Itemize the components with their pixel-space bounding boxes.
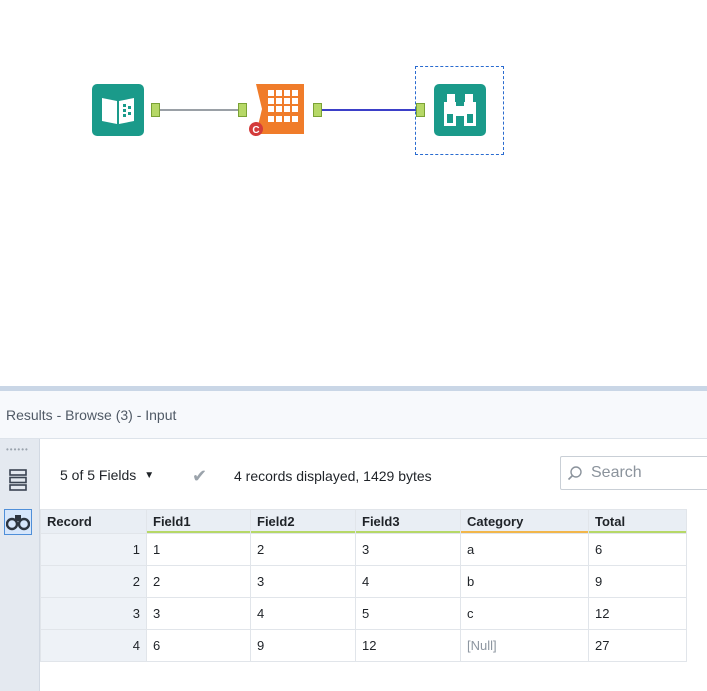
browse-tool[interactable] [434,84,486,136]
table-cell[interactable]: 9 [250,629,356,662]
connection-line[interactable] [322,109,416,111]
connection-line[interactable] [160,109,238,111]
search-input[interactable] [589,463,707,483]
table-cell[interactable]: 27 [588,629,687,662]
table-row[interactable]: 1 1 2 3 a 6 [40,533,687,566]
svg-text:C: C [252,125,259,136]
search-icon [567,466,582,481]
book-icon [102,98,134,124]
binoculars-icon [444,94,476,126]
column-header-field3[interactable]: Field3 [355,509,461,534]
workflow-canvas[interactable]: C [0,0,707,386]
formula-tool[interactable]: C [246,84,306,138]
records-info: 4 records displayed, 1429 bytes [234,468,432,484]
table-cell[interactable]: b [460,565,589,598]
grip-handle[interactable]: •••••• [6,445,29,454]
fields-dropdown-label: 5 of 5 Fields [60,467,137,483]
table-cell[interactable]: 2 [146,565,251,598]
record-number: 3 [40,597,147,630]
table-cell[interactable]: a [460,533,589,566]
record-number: 1 [40,533,147,566]
table-cell-null[interactable]: [Null] [460,629,589,662]
table-cell[interactable]: 6 [588,533,687,566]
table-cell[interactable]: 5 [355,597,461,630]
search-box[interactable] [560,456,707,490]
input-data-tool[interactable] [92,84,144,136]
table-cell[interactable]: 3 [146,597,251,630]
checkmark-icon[interactable]: ✔ [192,467,207,485]
results-toolbar: 5 of 5 Fields ▼ ✔ 4 records displayed, 1… [40,439,707,509]
table-cell[interactable]: 6 [146,629,251,662]
table-row[interactable]: 4 6 9 12 [Null] 27 [40,629,687,662]
table-row[interactable]: 2 2 3 4 b 9 [40,565,687,598]
table-cell[interactable]: 12 [588,597,687,630]
formula-output-anchor[interactable] [313,103,322,117]
table-cell[interactable]: 4 [355,565,461,598]
record-number: 4 [40,629,147,662]
chevron-down-icon: ▼ [144,469,155,481]
column-header-record[interactable]: Record [40,509,147,534]
table-cell[interactable]: 3 [250,565,356,598]
table-view-icon[interactable] [4,467,32,493]
table-cell[interactable]: 3 [355,533,461,566]
table-cell[interactable]: 2 [250,533,356,566]
table-cell[interactable]: 9 [588,565,687,598]
column-header-field2[interactable]: Field2 [250,509,356,534]
record-number: 2 [40,565,147,598]
column-header-total[interactable]: Total [588,509,687,534]
browse-binoculars-icon[interactable] [4,509,32,535]
table-row[interactable]: 3 3 4 5 c 12 [40,597,687,630]
input-output-anchor[interactable] [151,103,160,117]
results-sidebar: •••••• [0,439,40,691]
fields-dropdown[interactable]: 5 of 5 Fields ▼ [60,467,154,483]
results-header: Results - Browse (3) - Input [0,391,707,439]
results-title: Results - Browse (3) - Input [6,407,177,423]
column-header-category[interactable]: Category [460,509,589,534]
column-header-field1[interactable]: Field1 [146,509,251,534]
formula-grid-icon: C [249,84,304,136]
table-cell[interactable]: 12 [355,629,461,662]
table-cell[interactable]: 4 [250,597,356,630]
table-cell[interactable]: 1 [146,533,251,566]
results-table: Record Field1 Field2 Field3 Category Tot… [40,509,687,662]
table-cell[interactable]: c [460,597,589,630]
